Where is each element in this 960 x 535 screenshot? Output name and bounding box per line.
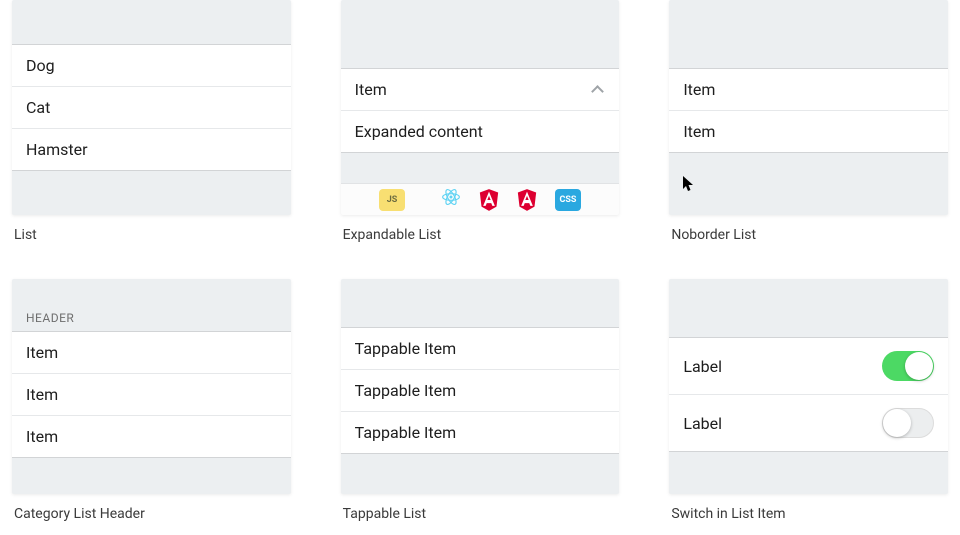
list-item-label: Tappable Item bbox=[355, 423, 456, 442]
card-switch: Label Label bbox=[669, 279, 948, 494]
tech-icon-row: JS CSS bbox=[341, 183, 620, 215]
list-tappable: Tappable Item Tappable Item Tappable Ite… bbox=[341, 327, 620, 454]
list-item[interactable]: Cat bbox=[12, 86, 291, 128]
card-tappable: Tappable Item Tappable Item Tappable Ite… bbox=[341, 279, 620, 494]
expandable-header[interactable]: Item bbox=[341, 69, 620, 110]
list-item[interactable]: Dog bbox=[12, 45, 291, 86]
tappable-item[interactable]: Tappable Item bbox=[341, 328, 620, 369]
card-list: Dog Cat Hamster bbox=[12, 0, 291, 215]
caption-row: Category List Header bbox=[12, 506, 291, 522]
caption-text: Switch in List Item bbox=[671, 506, 785, 522]
list-item-label: Cat bbox=[26, 98, 50, 117]
js-icon[interactable]: JS bbox=[379, 189, 405, 211]
tile-noborder: Item Item Noborder List bbox=[669, 0, 948, 243]
card-noborder: Item Item bbox=[669, 0, 948, 215]
switch-toggle-on[interactable] bbox=[882, 351, 934, 381]
list-item-label: Item bbox=[683, 122, 715, 141]
expanded-content: Expanded content bbox=[341, 110, 620, 152]
tile-expandable: Item Expanded content JS bbox=[341, 0, 620, 243]
caption-text: List bbox=[14, 227, 37, 243]
list-item[interactable]: Item bbox=[12, 415, 291, 457]
list-item[interactable]: Hamster bbox=[12, 128, 291, 170]
switch-label: Label bbox=[683, 357, 722, 376]
list-item-label: Hamster bbox=[26, 140, 88, 159]
caption-text: Noborder List bbox=[671, 227, 756, 243]
caption-text: Category List Header bbox=[14, 506, 145, 522]
expandable-header-label: Item bbox=[355, 80, 387, 99]
tile-category: HEADER Item Item Item Category List Head… bbox=[12, 279, 291, 522]
list-noborder: Item Item bbox=[669, 68, 948, 153]
card-expandable: Item Expanded content JS bbox=[341, 0, 620, 215]
caption-text: Expandable List bbox=[343, 227, 442, 243]
switch-row: Label bbox=[669, 338, 948, 394]
list-header: HEADER bbox=[12, 301, 291, 331]
tappable-item[interactable]: Tappable Item bbox=[341, 369, 620, 411]
cursor-icon bbox=[683, 176, 695, 192]
list-basic: Dog Cat Hamster bbox=[12, 44, 291, 171]
tile-tappable: Tappable Item Tappable Item Tappable Ite… bbox=[341, 279, 620, 522]
css-icon[interactable]: CSS bbox=[555, 189, 581, 211]
switch-knob bbox=[883, 409, 911, 437]
list-item-label: Item bbox=[26, 385, 58, 404]
card-category: HEADER Item Item Item bbox=[12, 279, 291, 494]
angular2-icon[interactable] bbox=[517, 189, 537, 211]
caption-row: Noborder List bbox=[669, 227, 948, 243]
caption-text: Tappable List bbox=[343, 506, 426, 522]
list-item-label: Tappable Item bbox=[355, 381, 456, 400]
list-item[interactable]: Item bbox=[12, 332, 291, 373]
chevron-up-icon bbox=[591, 83, 605, 97]
switch-knob bbox=[905, 352, 933, 380]
caption-row: Tappable List bbox=[341, 506, 620, 522]
list-item-label: Item bbox=[26, 427, 58, 446]
angular1-icon[interactable] bbox=[479, 189, 499, 211]
tile-switch: Label Label Switch in List Item bbox=[669, 279, 948, 522]
list-item[interactable]: Item bbox=[669, 110, 948, 152]
caption-row: Switch in List Item bbox=[669, 506, 948, 522]
list-item[interactable]: Item bbox=[669, 69, 948, 110]
caption-row: Expandable List bbox=[341, 227, 620, 243]
list-item[interactable]: Item bbox=[12, 373, 291, 415]
list-item-label: Item bbox=[683, 80, 715, 99]
switch-toggle-off[interactable] bbox=[882, 408, 934, 438]
list-category: Item Item Item bbox=[12, 331, 291, 458]
expanded-content-label: Expanded content bbox=[355, 122, 483, 141]
list-switch: Label Label bbox=[669, 337, 948, 452]
tappable-item[interactable]: Tappable Item bbox=[341, 411, 620, 453]
list-expandable: Item Expanded content bbox=[341, 68, 620, 153]
tile-list: Dog Cat Hamster List bbox=[12, 0, 291, 243]
list-item-label: Tappable Item bbox=[355, 339, 456, 358]
caption-row: List bbox=[12, 227, 291, 243]
react-icon[interactable] bbox=[441, 187, 461, 212]
switch-row: Label bbox=[669, 394, 948, 451]
list-item-label: Item bbox=[26, 343, 58, 362]
switch-label: Label bbox=[683, 414, 722, 433]
list-item-label: Dog bbox=[26, 56, 55, 75]
